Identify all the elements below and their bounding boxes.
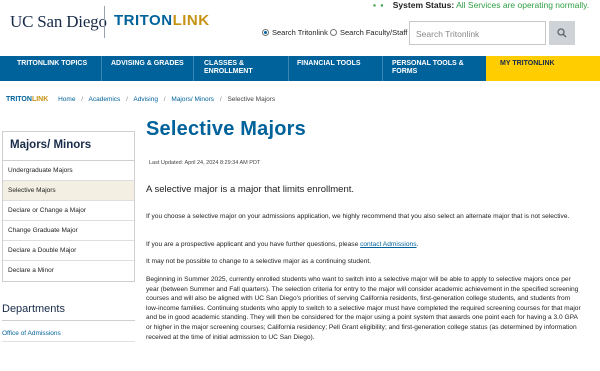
sidebar-item-declare-change-major[interactable]: Declare or Change a Major xyxy=(3,201,134,221)
paragraph-continuing: It may not be possible to change to a se… xyxy=(146,258,372,265)
ucsd-logo[interactable]: UC San Diego xyxy=(10,12,107,32)
radio-search-faculty-staff[interactable]: Search Faculty/Staff xyxy=(330,28,407,37)
breadcrumb-advising[interactable]: Advising xyxy=(133,96,158,103)
sidebar-title: Majors/ Minors xyxy=(3,132,134,161)
divider xyxy=(2,320,135,321)
breadcrumb-current: Selective Majors xyxy=(227,96,276,103)
logo-divider xyxy=(104,6,105,38)
radio-label: Search Faculty/Staff xyxy=(340,28,408,37)
search-icon xyxy=(557,28,567,38)
main-content: Selective Majors Last Updated: April 24,… xyxy=(146,118,582,341)
contact-admissions-link[interactable]: contact Admissions xyxy=(360,241,416,248)
nav-divider xyxy=(101,56,102,81)
paragraph-alternate-major: If you choose a selective major on your … xyxy=(146,213,570,220)
radio-unselected-icon[interactable] xyxy=(330,29,337,36)
breadcrumb-logo-a: TRITON xyxy=(6,96,32,103)
tritonlink-logo-text-b: LINK xyxy=(172,12,210,29)
breadcrumb-separator: / xyxy=(81,96,84,103)
breadcrumb-separator: / xyxy=(219,96,222,103)
radio-selected-icon[interactable] xyxy=(262,29,269,36)
sidebar-item-undergraduate-majors[interactable]: Undergraduate Majors xyxy=(3,161,134,181)
breadcrumb-logo-b: LINK xyxy=(31,96,49,103)
paragraph-text: . xyxy=(416,241,419,248)
status-value: All Services are operating normally. xyxy=(456,0,590,10)
nav-tritonlink-topics[interactable]: TRITONLINK TOPICS xyxy=(17,56,87,81)
nav-advising-grades[interactable]: ADVISING & GRADES xyxy=(111,56,184,81)
status-indicator-icon: ▪ ▪ xyxy=(373,0,385,10)
breadcrumb-home[interactable]: Home xyxy=(58,96,75,103)
nav-divider xyxy=(382,56,383,81)
breadcrumb-academics[interactable]: Academics xyxy=(89,96,121,103)
office-of-admissions-link[interactable]: Office of Admissions xyxy=(2,330,61,337)
breadcrumb-majors-minors[interactable]: Majors/ Minors xyxy=(171,96,214,103)
site-header: UC San Diego TRITONLINK ▪ ▪ System Statu… xyxy=(0,0,600,56)
tritonlink-logo[interactable]: TRITONLINK xyxy=(114,12,210,29)
sidebar-item-declare-minor[interactable]: Declare a Minor xyxy=(3,261,134,281)
sidebar-item-declare-double-major[interactable]: Declare a Double Major xyxy=(3,241,134,261)
sidebar-item-change-graduate-major[interactable]: Change Graduate Major xyxy=(3,221,134,241)
system-status: ▪ ▪ System Status: All Services are oper… xyxy=(373,0,589,10)
paragraph-text: If you are a prospective applicant and y… xyxy=(146,241,361,248)
tritonlink-logo-text-a: TRITON xyxy=(114,12,173,29)
search-button[interactable] xyxy=(549,21,575,45)
paragraph-contact: If you are a prospective applicant and y… xyxy=(146,240,582,250)
breadcrumb-separator: / xyxy=(163,96,166,103)
nav-my-tritonlink[interactable]: MY TRITONLINK xyxy=(486,56,600,81)
paragraph-summer-2025: Beginning in Summer 2025, currently enro… xyxy=(146,276,581,341)
nav-personal-tools-forms[interactable]: PERSONAL TOOLS & FORMS xyxy=(392,56,474,81)
nav-financial-tools[interactable]: FINANCIAL TOOLS xyxy=(297,56,361,81)
page-title: Selective Majors xyxy=(146,118,306,140)
status-label: System Status: xyxy=(392,0,455,10)
sidebar-item-selective-majors[interactable]: Selective Majors xyxy=(3,181,134,201)
nav-divider xyxy=(288,56,289,81)
radio-search-tritonlink[interactable]: Search Tritonlink xyxy=(262,28,328,37)
lead-paragraph: A selective major is a major that limits… xyxy=(146,184,355,195)
sidebar: Majors/ Minors Undergraduate Majors Sele… xyxy=(2,131,135,282)
radio-label: Search Tritonlink xyxy=(272,28,328,37)
breadcrumb-separator: / xyxy=(126,96,128,103)
nav-divider xyxy=(193,56,194,81)
breadcrumb-tritonlink-home[interactable]: TRITONLINK xyxy=(6,96,48,103)
departments-heading: Departments xyxy=(2,303,65,315)
search-input[interactable]: Search Tritonlink xyxy=(409,21,546,45)
breadcrumb: TRITONLINK Home / Academics / Advising /… xyxy=(6,96,275,103)
last-updated: Last Updated: April 24, 2024 8:29:34 AM … xyxy=(149,160,261,166)
nav-classes-enrollment[interactable]: CLASSES & ENROLLMENT xyxy=(204,56,266,81)
divider xyxy=(2,341,135,342)
